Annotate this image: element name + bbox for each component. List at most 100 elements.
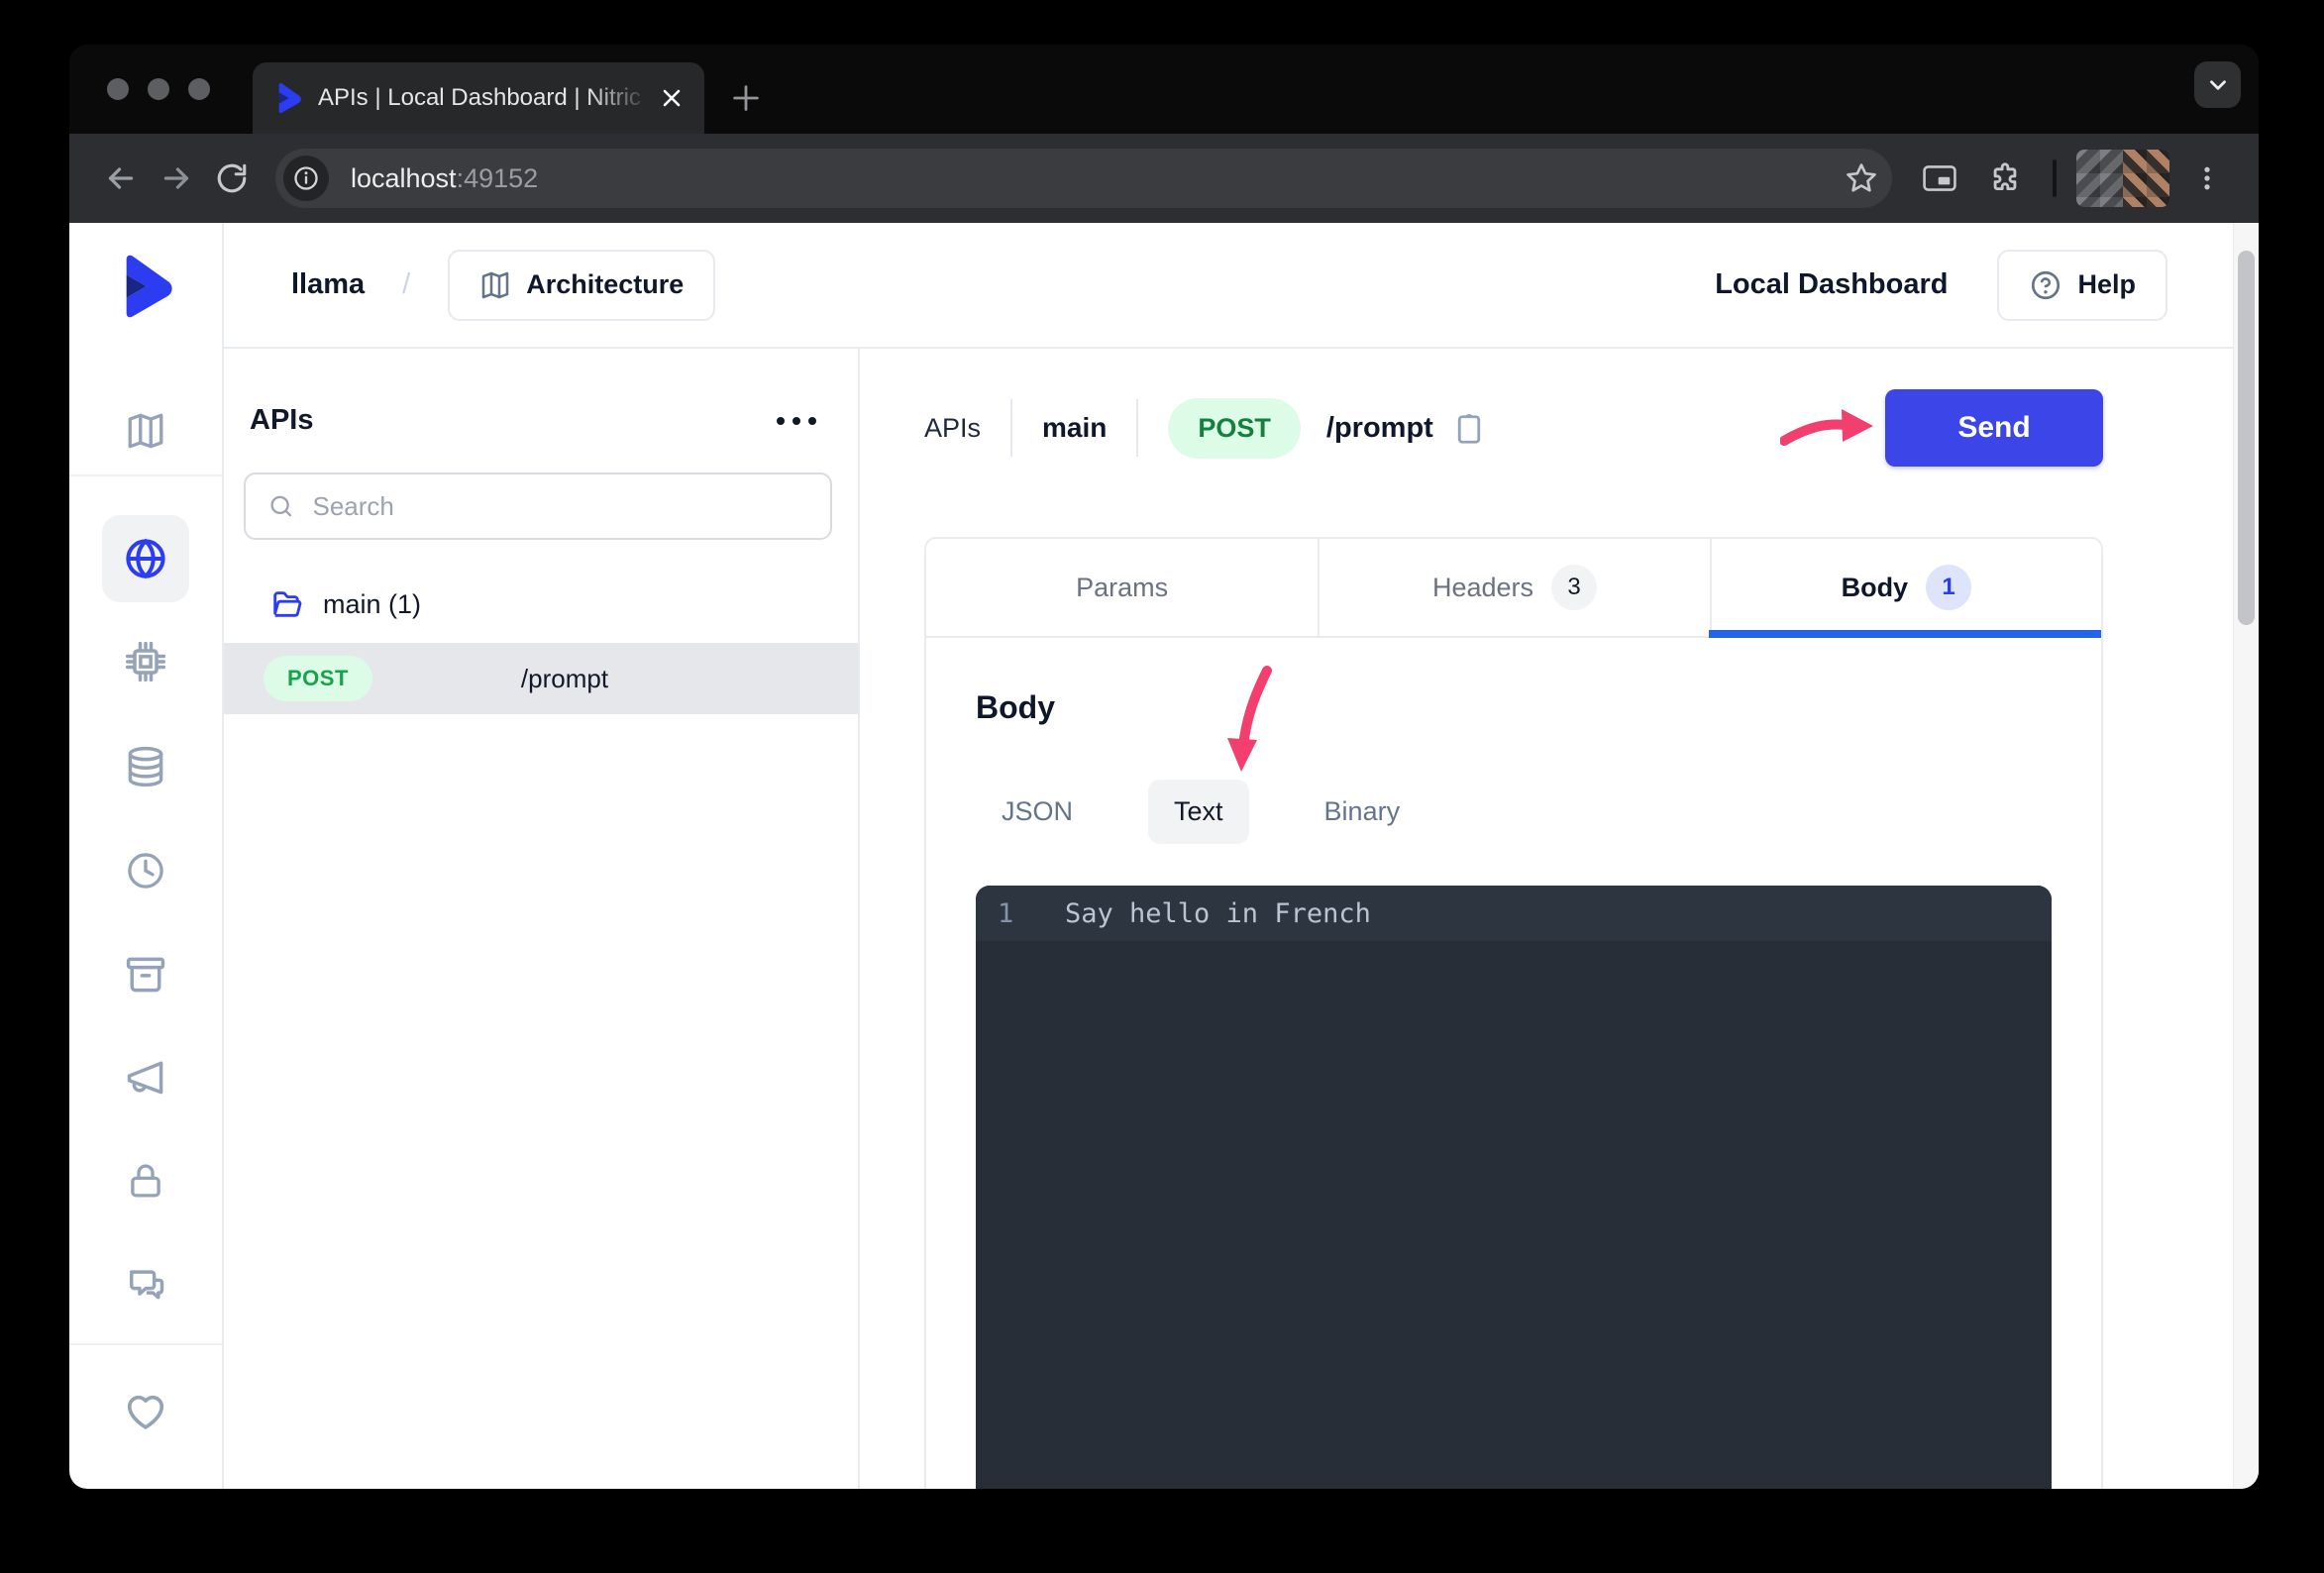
new-tab-icon[interactable]	[716, 68, 776, 128]
apis-panel-title: APIs	[250, 404, 313, 437]
sidebar-item-storage[interactable]	[69, 953, 222, 996]
menu-kebab-icon[interactable]	[2179, 151, 2235, 206]
tab-body-label: Body	[1842, 573, 1909, 603]
breadcrumb-group[interactable]: main	[1042, 412, 1107, 444]
sidebar-item-topics[interactable]	[69, 1056, 222, 1100]
search-icon	[267, 491, 295, 521]
search-input[interactable]	[313, 491, 809, 522]
architecture-button-label: Architecture	[526, 269, 684, 300]
tab-headers-label: Headers	[1432, 573, 1533, 603]
search-box[interactable]	[244, 472, 832, 540]
request-panel: APIs main POST /prompt	[860, 349, 2233, 1489]
breadcrumb-separator: /	[402, 268, 410, 301]
sidebar-item-feedback[interactable]	[69, 1389, 222, 1434]
traffic-light-close[interactable]	[107, 78, 129, 100]
nitric-dashboard-page: llama / Architecture Local Dashboard Hel…	[69, 223, 2259, 1489]
browser-window: APIs | Local Dashboard | Nitric	[69, 45, 2259, 1489]
mode-json[interactable]: JSON	[976, 780, 1099, 844]
app-header: llama / Architecture Local Dashboard Hel…	[224, 223, 2233, 349]
resource-rail	[69, 223, 224, 1489]
page-scrollbar[interactable]	[2233, 223, 2259, 1489]
request-method-badge: POST	[1168, 398, 1301, 459]
tab-params[interactable]: Params	[926, 539, 1318, 636]
traffic-light-minimize[interactable]	[148, 78, 169, 100]
extensions-icon[interactable]	[1977, 151, 2033, 206]
help-button-label: Help	[2077, 269, 2136, 300]
bookmark-star-icon[interactable]	[1845, 161, 1878, 195]
body-heading: Body	[976, 689, 2052, 726]
breadcrumb-apis: APIs	[924, 413, 981, 444]
body-count-badge: 1	[1926, 565, 1971, 610]
apis-panel: APIs main (1) POST /	[224, 349, 860, 1489]
request-breadcrumb-bar: APIs main POST /prompt	[924, 389, 2103, 467]
desktop-background: APIs | Local Dashboard | Nitric	[0, 0, 2324, 1573]
headers-count-badge: 3	[1551, 565, 1597, 610]
toolbar-right-cluster	[1912, 150, 2235, 207]
toolbar-divider	[2053, 159, 2057, 197]
pip-icon[interactable]	[1912, 151, 1967, 206]
tab-body[interactable]: Body 1	[1710, 539, 2101, 636]
forward-icon[interactable]	[149, 151, 204, 206]
api-group-label: main (1)	[323, 589, 421, 620]
editor-active-line[interactable]: 1 Say hello in French	[976, 886, 2052, 941]
body-text-editor[interactable]: 1 Say hello in French	[976, 886, 2052, 1489]
back-icon[interactable]	[93, 151, 149, 206]
nitric-logo[interactable]	[69, 223, 222, 349]
clipboard-icon	[1451, 409, 1487, 447]
tab-strip: APIs | Local Dashboard | Nitric	[69, 45, 2259, 134]
window-controls[interactable]	[107, 78, 210, 100]
scrollbar-thumb[interactable]	[2238, 251, 2255, 625]
api-group-row[interactable]: main (1)	[244, 576, 832, 633]
sidebar-item-databases[interactable]	[69, 745, 222, 788]
site-info-icon[interactable]	[283, 156, 329, 201]
active-tab-underline	[1709, 630, 2101, 638]
request-card: Params Headers 3 Body 1	[924, 537, 2103, 1489]
url-host: localhost	[351, 163, 457, 193]
profile-avatars[interactable]	[2076, 150, 2169, 207]
copy-path-button[interactable]	[1451, 409, 1487, 447]
rail-divider	[69, 474, 222, 476]
sidebar-item-secrets[interactable]	[69, 1160, 222, 1202]
request-path: /prompt	[1326, 412, 1433, 445]
mode-text[interactable]: Text	[1148, 780, 1249, 844]
sidebar-item-architecture[interactable]	[69, 410, 222, 452]
sidebar-item-schedules[interactable]	[69, 850, 222, 891]
tab-title: APIs | Local Dashboard | Nitric	[318, 84, 657, 112]
avatar[interactable]	[2123, 150, 2169, 207]
tab-params-label: Params	[1076, 573, 1168, 603]
method-badge: POST	[264, 656, 372, 701]
ellipsis-menu-icon[interactable]	[767, 407, 826, 435]
sidebar-item-apis[interactable]	[102, 515, 189, 602]
traffic-light-zoom[interactable]	[188, 78, 210, 100]
main-column: llama / Architecture Local Dashboard Hel…	[224, 223, 2233, 1489]
annotation-arrow-down	[1221, 665, 1281, 776]
page-title: Local Dashboard	[1715, 268, 1948, 301]
mode-binary[interactable]: Binary	[1299, 780, 1426, 844]
route-row-selected[interactable]: POST /prompt	[224, 643, 858, 714]
route-path: /prompt	[521, 664, 608, 694]
body-section: Body JSON Text Binary	[926, 638, 2101, 1489]
url-port: :49152	[457, 163, 539, 193]
nitric-favicon-icon	[274, 82, 302, 114]
sidebar-item-websockets[interactable]	[69, 1262, 222, 1306]
browser-tab[interactable]: APIs | Local Dashboard | Nitric	[253, 62, 704, 134]
help-button[interactable]: Help	[1997, 250, 2167, 321]
architecture-button[interactable]: Architecture	[448, 250, 715, 321]
rail-divider	[69, 1343, 222, 1345]
map-icon	[479, 269, 511, 301]
editor-code: Say hello in French	[1065, 898, 1371, 929]
sidebar-item-services[interactable]	[69, 640, 222, 683]
body-mode-toggle: JSON Text Binary	[976, 780, 2052, 844]
address-bar[interactable]: localhost:49152	[275, 149, 1892, 208]
browser-toolbar: localhost:49152	[69, 134, 2259, 223]
content-row: APIs main (1) POST /	[224, 349, 2233, 1489]
avatar[interactable]	[2076, 150, 2123, 207]
url-text: localhost:49152	[351, 163, 538, 194]
tab-close-icon[interactable]	[657, 83, 687, 113]
project-name: llama	[291, 268, 365, 301]
send-button[interactable]: Send	[1885, 389, 2103, 467]
reload-icon[interactable]	[204, 151, 260, 206]
tab-headers[interactable]: Headers 3	[1318, 539, 1709, 636]
tab-search-chevron-icon[interactable]	[2194, 61, 2241, 108]
line-number: 1	[976, 898, 1041, 929]
